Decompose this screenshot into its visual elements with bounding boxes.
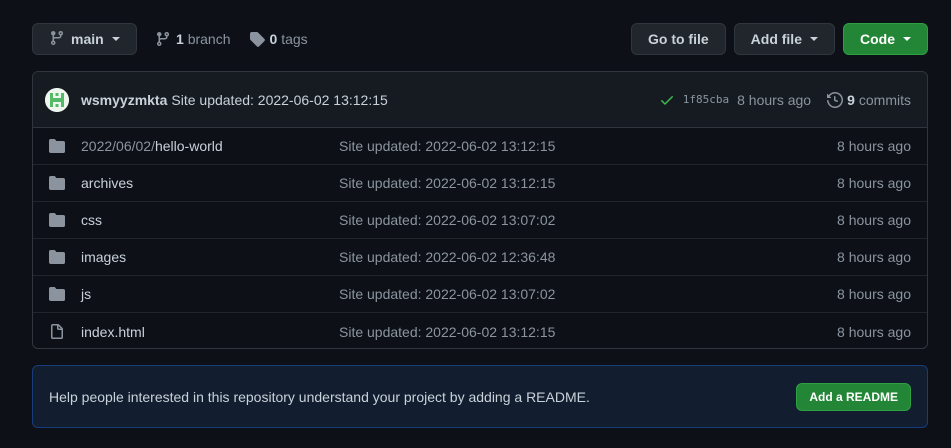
branches-link[interactable]: 1 branch	[155, 31, 231, 47]
file-commit-message-link[interactable]: Site updated: 2022-06-02 13:12:15	[339, 324, 837, 340]
file-name-link[interactable]: index.html	[81, 324, 339, 340]
file-commit-time: 8 hours ago	[837, 286, 911, 302]
branch-select-button[interactable]: main	[32, 23, 137, 55]
tags-link[interactable]: 0 tags	[249, 31, 308, 47]
commit-message-link[interactable]: Site updated: 2022-06-02 13:12:15	[171, 92, 387, 108]
file-row[interactable]: 2022/06/02/hello-world Site updated: 2022…	[33, 128, 927, 165]
file-row[interactable]: index.html Site updated: 2022-06-02 13:12…	[33, 313, 927, 348]
branch-name: main	[71, 31, 104, 47]
chevron-down-icon	[810, 37, 818, 41]
check-icon[interactable]	[659, 92, 675, 108]
file-commit-time: 8 hours ago	[837, 138, 911, 154]
add-file-label: Add file	[750, 31, 802, 47]
history-icon	[827, 91, 844, 108]
file-name-link[interactable]: css	[81, 212, 339, 228]
file-commit-message-link[interactable]: Site updated: 2022-06-02 13:07:02	[339, 286, 837, 302]
git-branch-icon	[49, 30, 65, 49]
add-readme-label: Add a README	[809, 389, 898, 404]
repo-toolbar: main 1 branch 0 tags Go to file Add file…	[32, 23, 928, 55]
folder-icon	[49, 249, 65, 265]
file-commit-message-link[interactable]: Site updated: 2022-06-02 13:07:02	[339, 212, 837, 228]
file-commit-message-link[interactable]: Site updated: 2022-06-02 12:36:48	[339, 249, 837, 265]
chevron-down-icon	[111, 37, 120, 41]
file-commit-time: 8 hours ago	[837, 175, 911, 191]
file-name: index.html	[81, 323, 145, 340]
go-to-file-button[interactable]: Go to file	[630, 23, 726, 55]
avatar[interactable]	[45, 87, 69, 112]
file-name: hello-world	[154, 138, 223, 154]
file-name-link[interactable]: images	[81, 249, 339, 265]
git-branch-icon	[156, 32, 169, 47]
code-button[interactable]: Code	[843, 23, 928, 55]
file-name: images	[81, 249, 127, 265]
file-commit-time: 8 hours ago	[837, 323, 911, 340]
file-row[interactable]: images Site updated: 2022-06-02 12:36:48 8…	[33, 239, 927, 276]
file-list: 2022/06/02/hello-world Site updated: 2022…	[33, 128, 927, 348]
folder-icon	[49, 286, 65, 302]
file-name: archives	[81, 175, 134, 191]
tag-icon	[249, 32, 265, 47]
file-name: js	[81, 286, 92, 302]
file-commit-message-link[interactable]: Site updated: 2022-06-02 13:12:15	[339, 175, 837, 191]
folder-icon	[49, 212, 65, 228]
file-commit-time: 8 hours ago	[837, 212, 911, 228]
file-row[interactable]: css Site updated: 2022-06-02 13:07:02 8 ho…	[33, 202, 927, 239]
file-commit-time: 8 hours ago	[837, 249, 911, 265]
branch-word: branch	[187, 31, 231, 47]
add-file-button[interactable]: Add file	[733, 23, 835, 55]
folder-icon	[49, 138, 65, 154]
latest-commit-bar: wsmyyzmkta Site updated: 2022-06-02 13:1…	[33, 72, 927, 128]
file-commit-message-link[interactable]: Site updated: 2022-06-02 13:12:15	[339, 138, 837, 154]
file-name: css	[81, 212, 102, 228]
commit-time: 8 hours ago	[737, 91, 812, 108]
file-path-prefix: 2022/06/02/	[81, 138, 155, 154]
folder-icon	[49, 175, 65, 191]
file-browser: wsmyyzmkta Site updated: 2022-06-02 13:1…	[32, 71, 928, 349]
commit-word: commits	[858, 91, 911, 108]
file-row[interactable]: js Site updated: 2022-06-02 13:07:02 8 hou…	[33, 276, 927, 313]
file-name-link[interactable]: archives	[81, 175, 339, 191]
file-row[interactable]: archives Site updated: 2022-06-02 13:12:1…	[33, 165, 927, 202]
readme-prompt-text: Help people interested in this repositor…	[49, 388, 590, 405]
tag-count: 0	[269, 31, 278, 47]
commit-author-link[interactable]: wsmyyzmkta	[81, 92, 167, 108]
file-name-link[interactable]: 2022/06/02/hello-world	[81, 138, 339, 154]
commits-history-link[interactable]: 9 commits	[827, 92, 911, 108]
commit-sha-link[interactable]: 1f85cba	[683, 93, 729, 106]
go-to-file-label: Go to file	[647, 31, 709, 47]
chevron-down-icon	[903, 37, 911, 41]
file-icon	[49, 323, 65, 340]
file-name-link[interactable]: js	[81, 286, 339, 302]
add-readme-button[interactable]: Add a README	[796, 382, 911, 411]
branch-count: 1	[176, 31, 184, 47]
readme-prompt: Help people interested in this repositor…	[32, 365, 928, 428]
tag-word: tags	[281, 31, 308, 47]
code-label: Code	[860, 31, 895, 47]
commit-count: 9	[847, 91, 855, 108]
